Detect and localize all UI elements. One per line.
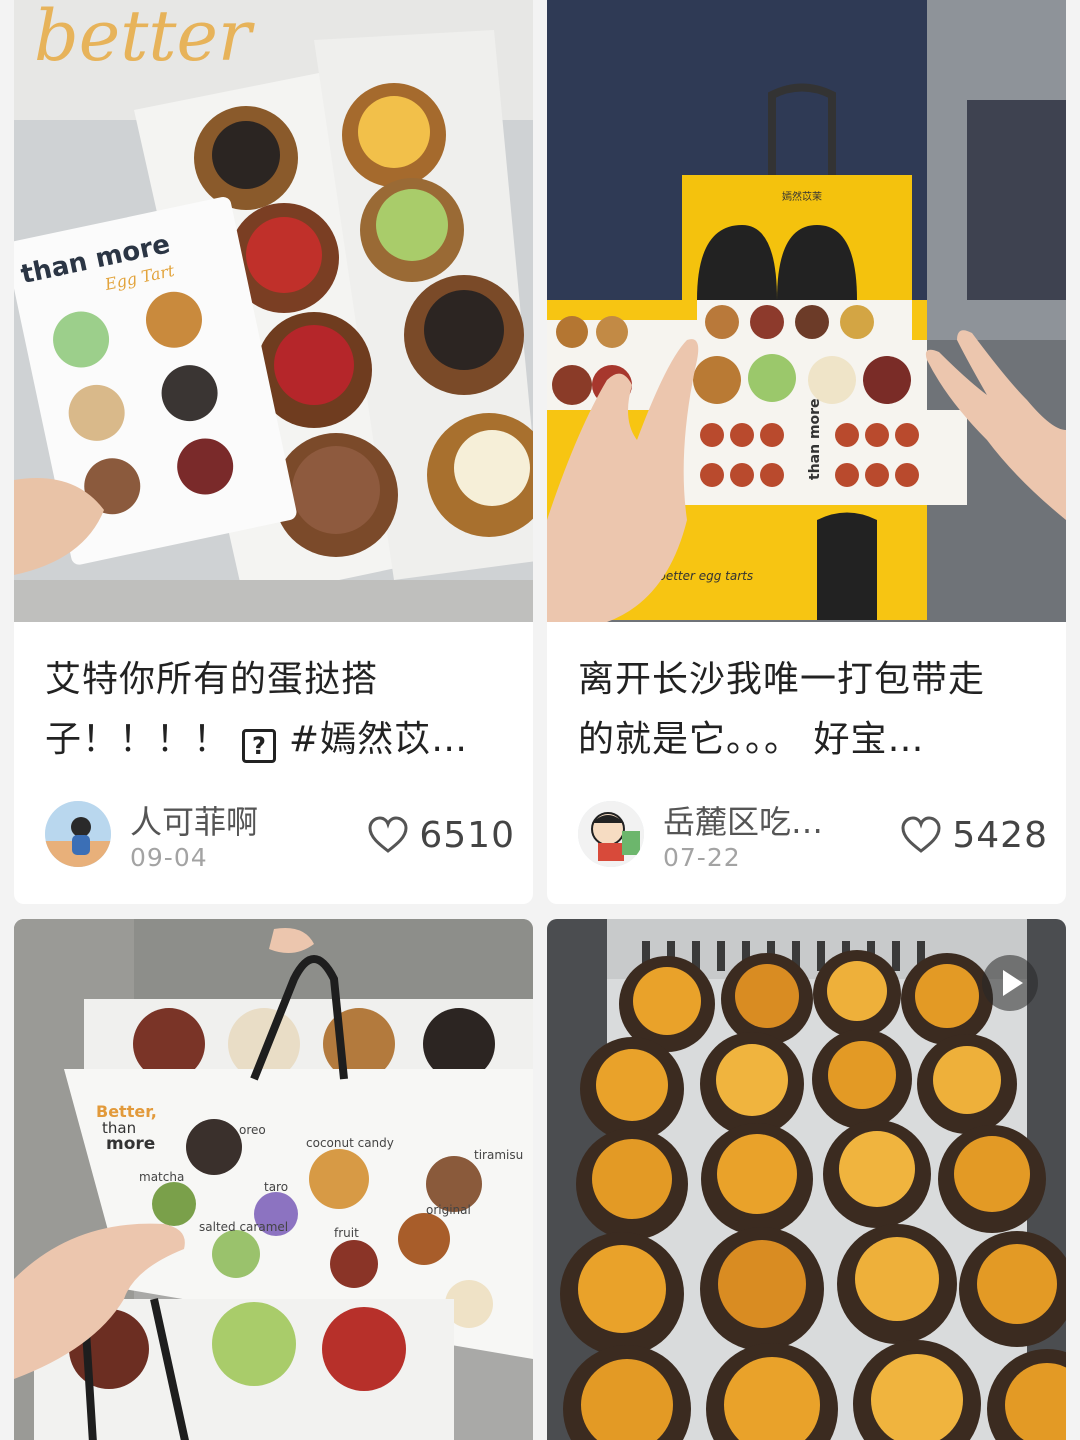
feed-card-4[interactable] [547,919,1066,1440]
heart-icon [368,816,408,853]
card-title[interactable]: 艾特你所有的蛋挞搭 子！！！！ ? #嫣然苡… [45,650,515,770]
feed-card-1[interactable]: better than more Egg Tart 艾特你所有的蛋挞搭 子！！！… [14,0,533,904]
flavor-3: matcha [139,1170,184,1184]
post-date: 09-04 [130,843,208,872]
video-play-icon [982,955,1038,1011]
flavor-2: coconut candy [306,1136,394,1150]
card-title[interactable]: 离开长沙我唯一打包带走 的就是它。。。 好宝… [578,650,1048,770]
like-button[interactable]: 5428 [900,813,1048,857]
flavor-6: salted caramel [199,1220,288,1234]
card-meta: 人可菲啊 09-04 6510 [45,795,515,875]
card-photo[interactable]: Better, than more oreo coconut candy mat… [14,919,533,1440]
bag-brand-c: more [106,1134,155,1154]
flavor-5: tiramisu [474,1148,523,1162]
author-name[interactable]: 人可菲啊 [130,797,340,843]
title-line1: 艾特你所有的蛋挞搭 [45,659,379,700]
feed-card-3[interactable]: Better, than more oreo coconut candy mat… [14,919,533,1440]
flavor-1: oreo [239,1123,266,1137]
author-name[interactable]: 岳麓区吃… [663,797,873,843]
bag-script-text: better [34,0,255,77]
like-count: 5428 [952,814,1048,856]
title-line2: 的就是它。。。 好宝… [578,719,925,760]
flavor-4: taro [264,1180,288,1194]
title-line1: 离开长沙我唯一打包带走 [578,659,986,700]
heart-icon [901,816,941,853]
like-button[interactable]: 6510 [367,813,515,857]
question-emoji-icon: ? [242,729,277,763]
card-photo[interactable]: better than more Egg Tart [14,0,533,622]
author-avatar[interactable] [45,801,111,867]
menu-brand-b: than more [807,398,823,480]
card-photo[interactable] [547,919,1066,1440]
card-photo[interactable]: 嫣然苡茉 than more than more [547,0,1066,622]
flavor-7: fruit [334,1226,359,1240]
bag-label: 嫣然苡茉 [782,190,822,203]
flavor-8: original [426,1203,471,1217]
author-avatar[interactable] [578,801,644,867]
card-meta: 岳麓区吃… 07-22 5428 [578,795,1048,875]
like-count: 6510 [419,814,515,856]
feed-card-2[interactable]: 嫣然苡茉 than more than more [547,0,1066,904]
post-date: 07-22 [663,843,741,872]
title-line2a: 子！！！！ [45,719,231,760]
title-line2b: #嫣然苡… [288,719,469,760]
